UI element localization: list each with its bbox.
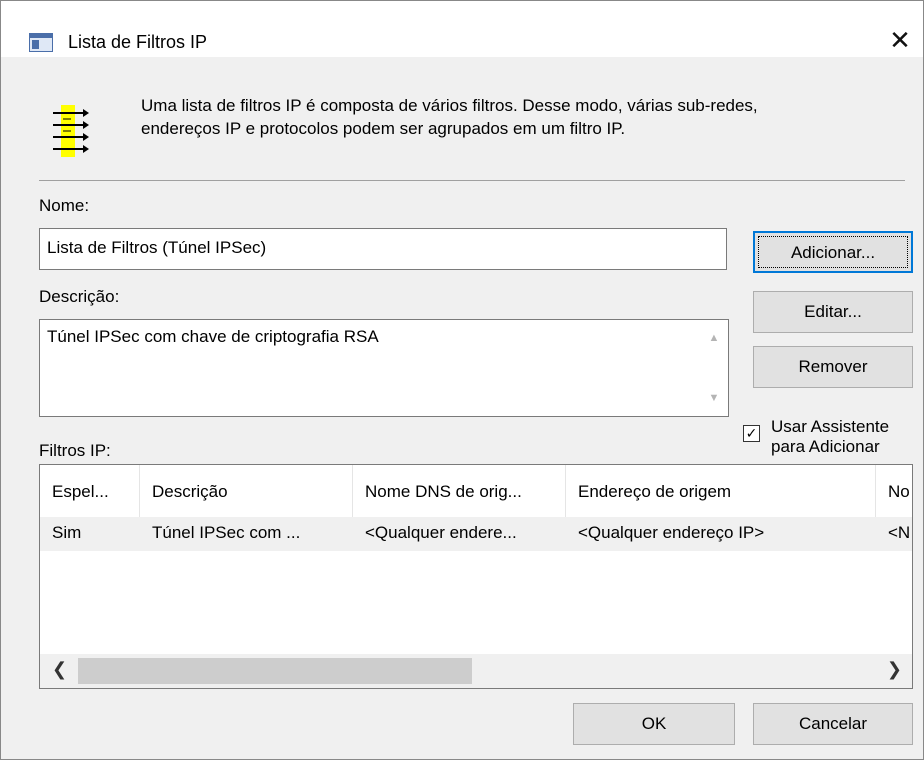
title-bar: Lista de Filtros IP ✕ [1, 1, 923, 57]
cell-source-address: <Qualquer endereço IP> [578, 523, 765, 542]
name-field[interactable]: Lista de Filtros (Túnel IPSec) [39, 228, 727, 270]
scrollbar-thumb[interactable] [78, 658, 472, 684]
scroll-right-icon[interactable]: ❯ [887, 659, 902, 680]
description-text: Túnel IPSec com chave de criptografia RS… [47, 327, 379, 346]
column-header-source-address[interactable]: Endereço de origem [566, 465, 876, 517]
wizard-label-line-1: Usar Assistente [771, 417, 890, 436]
scroll-left-icon[interactable]: ❮ [52, 659, 67, 680]
filters-label: Filtros IP: [39, 441, 111, 460]
ok-button[interactable]: OK [573, 703, 735, 745]
add-button[interactable]: Adicionar... [753, 231, 913, 273]
intro-line-1: Uma lista de filtros IP é composta de vá… [141, 96, 758, 115]
scroll-down-icon[interactable]: ▼ [700, 392, 728, 404]
intro-text: Uma lista de filtros IP é composta de vá… [141, 94, 901, 140]
wizard-label-line-2: para Adicionar [771, 437, 880, 456]
description-scrollbar[interactable]: ▲ ▼ [700, 320, 728, 416]
cell-source-dns: <Qualquer endere... [365, 523, 517, 542]
cell-next: <N [888, 523, 911, 542]
wizard-checkbox[interactable]: ✓ [743, 425, 760, 442]
filter-list-icon [53, 105, 89, 157]
column-header-mirrored[interactable]: Espel... [40, 465, 140, 517]
table-header: Espel... Descrição Nome DNS de orig... E… [40, 465, 912, 517]
edit-button[interactable]: Editar... [753, 291, 913, 333]
column-header-source-dns[interactable]: Nome DNS de orig... [353, 465, 566, 517]
table-row[interactable]: Sim Túnel IPSec com ... <Qualquer endere… [40, 517, 912, 551]
intro-line-2: endereços IP e protocolos podem ser agru… [141, 119, 626, 138]
column-header-next[interactable]: No [876, 465, 912, 517]
separator [39, 180, 905, 181]
description-field[interactable]: Túnel IPSec com chave de criptografia RS… [39, 319, 729, 417]
scroll-up-icon[interactable]: ▲ [700, 332, 728, 344]
checkmark-icon: ✓ [745, 425, 758, 441]
add-button-label: Adicionar... [758, 236, 908, 268]
cell-description: Túnel IPSec com ... [152, 523, 301, 542]
window-icon [29, 33, 53, 52]
ip-filter-list-dialog: Lista de Filtros IP ✕ Uma lista de filtr… [0, 0, 924, 760]
wizard-checkbox-label[interactable]: Usar Assistente para Adicionar [771, 417, 889, 457]
close-icon[interactable]: ✕ [877, 23, 923, 57]
table-horizontal-scrollbar[interactable]: ❮ ❯ [40, 654, 912, 688]
cell-mirrored: Sim [52, 523, 82, 542]
remove-button[interactable]: Remover [753, 346, 913, 388]
name-label: Nome: [39, 196, 90, 215]
cancel-button[interactable]: Cancelar [753, 703, 913, 745]
window-title: Lista de Filtros IP [68, 32, 208, 52]
column-header-description[interactable]: Descrição [140, 465, 353, 517]
description-label: Descrição: [39, 287, 120, 306]
filters-table[interactable]: Espel... Descrição Nome DNS de orig... E… [39, 464, 913, 689]
